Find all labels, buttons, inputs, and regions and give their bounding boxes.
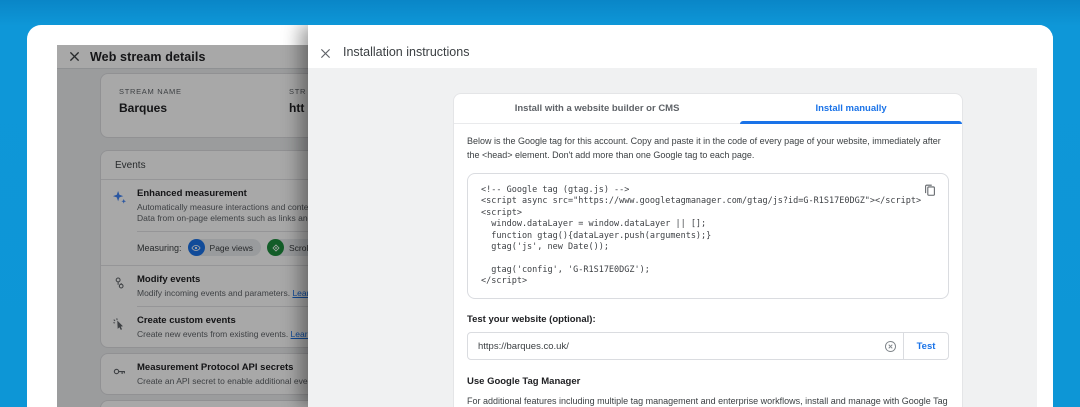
test-url-input[interactable]: [468, 341, 877, 352]
installation-instructions-header: Installation instructions: [308, 25, 1053, 68]
web-stream-details-panel: Web stream details STREAM NAME Barques S…: [57, 45, 308, 407]
tab-install-manually[interactable]: Install manually: [740, 94, 962, 123]
test-website-label: Test your website (optional):: [467, 314, 949, 325]
copy-icon[interactable]: [921, 181, 939, 199]
install-card: Install with a website builder or CMS In…: [453, 93, 963, 407]
modal-scrim: [57, 45, 308, 407]
close-icon[interactable]: [320, 48, 331, 59]
clear-input-icon[interactable]: [877, 340, 903, 353]
google-tag-code-block: <!-- Google tag (gtag.js) --> <script as…: [467, 173, 949, 299]
tab-install-cms[interactable]: Install with a website builder or CMS: [454, 94, 740, 123]
tab-label: Install manually: [815, 103, 886, 114]
gtm-section-title: Use Google Tag Manager: [467, 376, 949, 387]
install-tabs: Install with a website builder or CMS In…: [454, 94, 962, 124]
gtm-section-desc: For additional features including multip…: [467, 395, 949, 407]
active-tab-underline: [740, 121, 962, 124]
google-tag-code: <!-- Google tag (gtag.js) --> <script as…: [481, 185, 918, 287]
test-button[interactable]: Test: [904, 341, 948, 352]
test-url-field: Test: [467, 332, 949, 360]
install-intro-text: Below is the Google tag for this account…: [467, 135, 949, 162]
installation-instructions-body: Install with a website builder or CMS In…: [308, 68, 1037, 407]
app-window: Web stream details STREAM NAME Barques S…: [27, 25, 1053, 407]
panel-title: Installation instructions: [343, 45, 469, 59]
installation-instructions-panel: Installation instructions Install with a…: [308, 25, 1053, 407]
